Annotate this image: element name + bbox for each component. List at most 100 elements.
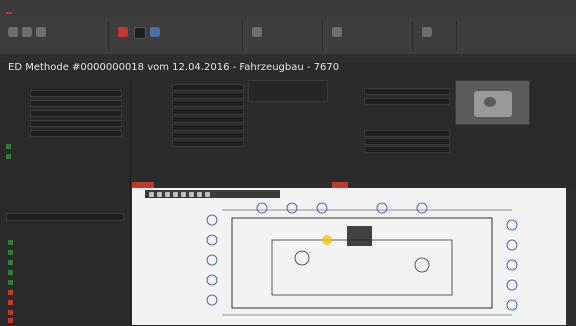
document-tabs xyxy=(0,54,576,62)
titlebar xyxy=(0,0,576,8)
ribbon-group xyxy=(4,21,109,51)
ribbon-tab[interactable] xyxy=(42,12,48,14)
middle-field xyxy=(132,132,247,139)
ribbon-group xyxy=(246,21,323,51)
middle-field xyxy=(132,92,247,99)
list-item[interactable] xyxy=(8,250,126,258)
middle-field xyxy=(132,116,247,123)
toolbar-icon[interactable] xyxy=(197,191,202,197)
list-item[interactable] xyxy=(8,260,126,268)
left-field xyxy=(6,130,124,137)
status-icon xyxy=(8,318,13,323)
technical-drawing xyxy=(206,202,518,316)
left-table xyxy=(6,213,124,221)
ribbon-tab[interactable] xyxy=(18,12,24,14)
left-field xyxy=(6,90,124,97)
right-field xyxy=(332,138,452,145)
app-root: ED Methode #0000000018 vom 12.04.2016 - … xyxy=(0,0,576,325)
middle-field-value[interactable] xyxy=(172,108,244,115)
middle-field-value[interactable] xyxy=(172,140,244,147)
middle-field xyxy=(132,124,247,131)
middle-field-value[interactable] xyxy=(172,116,244,123)
list-item[interactable] xyxy=(8,290,126,298)
notes-box[interactable] xyxy=(248,80,328,102)
bottom-list xyxy=(0,240,130,325)
list-item[interactable] xyxy=(8,270,126,278)
part-image xyxy=(455,80,530,125)
right-field-value[interactable] xyxy=(364,88,450,95)
left-field-value[interactable] xyxy=(30,120,122,127)
left-field-value[interactable] xyxy=(30,100,122,107)
toolbar-icon[interactable] xyxy=(165,191,170,197)
status-icon xyxy=(8,280,13,285)
ribbon-tab[interactable] xyxy=(30,12,36,14)
part-hole xyxy=(484,97,496,107)
list-item[interactable] xyxy=(8,300,126,308)
ribbon-button[interactable] xyxy=(36,27,46,37)
page-header: ED Methode #0000000018 vom 12.04.2016 - … xyxy=(8,62,568,80)
ribbon-group xyxy=(112,21,243,51)
toolbar-icon[interactable] xyxy=(149,191,154,197)
right-field xyxy=(332,88,452,95)
left-field-value[interactable] xyxy=(30,110,122,117)
status-icon xyxy=(8,290,13,295)
list-item[interactable] xyxy=(8,310,126,318)
check-icon xyxy=(6,154,11,159)
right-field xyxy=(332,98,452,105)
status-icon xyxy=(8,260,13,265)
ribbon-button[interactable] xyxy=(118,27,128,37)
left-field-value[interactable] xyxy=(30,130,122,137)
right-field-value[interactable] xyxy=(364,138,450,145)
ribbon-tab-active[interactable] xyxy=(6,12,12,14)
page-title: ED Methode #0000000018 vom 12.04.2016 - … xyxy=(8,62,340,73)
middle-field-value[interactable] xyxy=(172,132,244,139)
right-field-value[interactable] xyxy=(364,130,450,137)
ribbon-button[interactable] xyxy=(22,27,32,37)
check-icon xyxy=(6,144,11,149)
middle-field-value[interactable] xyxy=(172,92,244,99)
status-icon xyxy=(8,250,13,255)
right-field-value[interactable] xyxy=(364,146,450,153)
ribbon-button[interactable] xyxy=(332,27,342,37)
middle-field xyxy=(132,108,247,115)
status-icon xyxy=(8,300,13,305)
viewer-scrollbar[interactable] xyxy=(566,188,576,325)
ribbon-tabs xyxy=(0,8,576,18)
ribbon-group xyxy=(326,21,413,51)
left-field xyxy=(6,120,124,127)
left-check[interactable] xyxy=(6,144,124,151)
status-icon xyxy=(8,270,13,275)
toolbar-icon[interactable] xyxy=(189,191,194,197)
middle-form xyxy=(132,80,247,150)
right-field xyxy=(332,130,452,137)
toolbar-icon[interactable] xyxy=(181,191,186,197)
ribbon-button[interactable] xyxy=(422,27,432,37)
ribbon-button[interactable] xyxy=(150,27,160,37)
left-field xyxy=(6,110,124,117)
right-field xyxy=(332,146,452,153)
middle-field-value[interactable] xyxy=(172,100,244,107)
middle-field-value[interactable] xyxy=(172,84,244,91)
list-item[interactable] xyxy=(8,240,126,248)
middle-field-value[interactable] xyxy=(172,124,244,131)
toolbar-icon[interactable] xyxy=(205,191,210,197)
status-icon xyxy=(8,240,13,245)
toolbar-icon[interactable] xyxy=(157,191,162,197)
left-field xyxy=(6,100,124,107)
ribbon-button[interactable] xyxy=(8,27,18,37)
toolbar-icon[interactable] xyxy=(173,191,178,197)
status-icon xyxy=(8,310,13,315)
ribbon-button[interactable] xyxy=(252,27,262,37)
list-item[interactable] xyxy=(8,280,126,288)
ribbon-group xyxy=(416,21,457,51)
left-check[interactable] xyxy=(6,154,124,161)
middle-field xyxy=(132,140,247,147)
ribbon xyxy=(0,18,576,55)
left-field-value[interactable] xyxy=(30,90,122,97)
middle-field xyxy=(132,84,247,91)
viewer-toolbar xyxy=(145,190,280,198)
ribbon-button[interactable] xyxy=(134,27,146,39)
middle-field xyxy=(132,100,247,107)
right-field-value[interactable] xyxy=(364,98,450,105)
right-form xyxy=(332,80,576,155)
